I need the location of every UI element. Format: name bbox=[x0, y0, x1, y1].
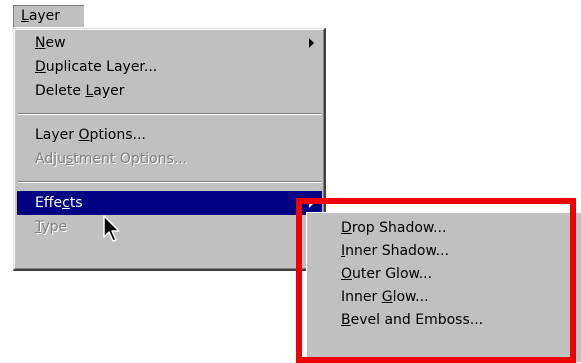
menu-item-label: New bbox=[35, 35, 66, 51]
red-highlight-box bbox=[296, 198, 576, 363]
menu-item-adjustment-options: Adjustment Options... bbox=[17, 147, 322, 171]
menu-item-new[interactable]: New bbox=[17, 31, 322, 55]
menu-separator bbox=[18, 181, 321, 183]
menu-item-label: Effects bbox=[35, 195, 83, 211]
menu-item-label: Adjustment Options... bbox=[35, 151, 188, 167]
menu-item-delete-layer[interactable]: Delete Layer bbox=[17, 79, 322, 103]
menubar-layer-label: Layer bbox=[21, 8, 61, 24]
mouse-pointer-icon bbox=[103, 215, 120, 242]
menu-item-layer-options[interactable]: Layer Options... bbox=[17, 123, 322, 147]
menu-item-label: Type bbox=[35, 219, 68, 235]
submenu-arrow-icon bbox=[309, 38, 314, 48]
menu-separator bbox=[18, 113, 321, 115]
menubar-layer[interactable]: Layer bbox=[13, 5, 85, 28]
menu-item-label: Delete Layer bbox=[35, 83, 125, 99]
menu-item-label: Duplicate Layer... bbox=[35, 59, 158, 75]
layer-menu: New Duplicate Layer... Delete Layer Laye… bbox=[13, 28, 326, 271]
menu-item-effects[interactable]: Effects bbox=[17, 191, 322, 215]
menu-item-label: Layer Options... bbox=[35, 127, 146, 143]
menu-item-type: Type bbox=[17, 215, 322, 239]
menu-item-duplicate-layer[interactable]: Duplicate Layer... bbox=[17, 55, 322, 79]
